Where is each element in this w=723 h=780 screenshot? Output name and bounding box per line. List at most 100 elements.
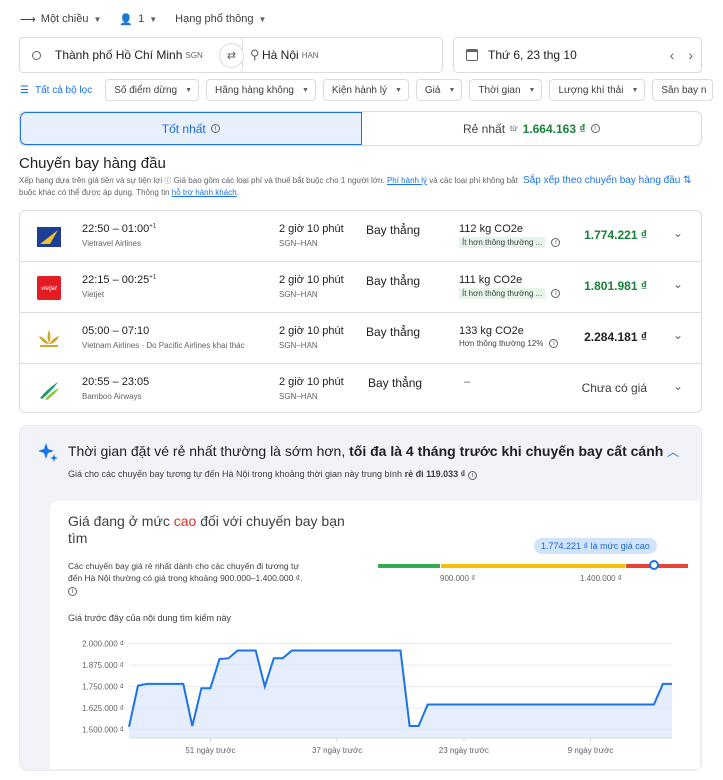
- flight-row[interactable]: 05:00 – 07:10 Vietnam Airlines · Do Paci…: [20, 313, 701, 364]
- filter-airlines[interactable]: Hãng hàng không ▼: [206, 79, 316, 101]
- plus-days: +1: [149, 223, 157, 230]
- flight-times: 05:00 – 07:10: [82, 325, 149, 337]
- avg-text: Giá cho các chuyến bay tương tự đến Hà N…: [68, 469, 403, 479]
- stops: Bay thẳng: [366, 274, 421, 288]
- price: 1.774.221 ₫: [584, 228, 647, 242]
- co2-value: 111 kg CO2e: [459, 274, 523, 286]
- desc-ranking: Xếp hạng dựa trên giá tiền và sự tiện lợ…: [19, 176, 163, 185]
- destination-field[interactable]: Hà Nội HAN: [232, 37, 443, 73]
- arrow-right-icon: ⟶: [20, 13, 36, 26]
- date-text: Thứ 6, 23 thg 10: [488, 48, 577, 62]
- date-field[interactable]: Thứ 6, 23 thg 10 ‹ ›: [453, 37, 702, 73]
- expand-chevron-icon[interactable]: ⌄: [673, 379, 683, 393]
- price: 1.801.981 ₫: [584, 279, 647, 293]
- filter-bags[interactable]: Kiện hành lý ▼: [322, 79, 409, 101]
- price-level-bubble: 1.774.221 ₫ là mức giá cao: [534, 538, 657, 554]
- x-tick-label: 51 ngày trước: [185, 746, 235, 755]
- avg-value: rẻ đi 119.033 ₫: [404, 469, 466, 479]
- gauge-high-tick: 1.400.000 ₫: [580, 574, 622, 583]
- tab-best[interactable]: Tốt nhất i: [20, 112, 362, 145]
- caret-down-icon: ▼: [631, 86, 639, 94]
- duration: 2 giờ 10 phút: [279, 274, 344, 286]
- info-icon[interactable]: i: [210, 124, 220, 133]
- filter-emissions[interactable]: Lượng khí thải ▼: [549, 79, 646, 101]
- filter-airports[interactable]: Sân bay n: [652, 79, 714, 101]
- emission-badge: Ít hơn thông thường ... i: [459, 237, 561, 248]
- airline-name: Vietnam Airlines · Do Pacific Airlines k…: [82, 341, 245, 350]
- x-tick-label: 37 ngày trước: [312, 746, 362, 755]
- gauge-marker: [649, 560, 659, 570]
- info-icon[interactable]: i: [467, 471, 477, 480]
- all-filters-label: Tất cả bộ lọc: [34, 84, 93, 96]
- co2-value: 112 kg CO2e: [459, 223, 524, 235]
- info-icon[interactable]: i: [551, 289, 561, 298]
- price-level-title: Giá đang ở mức cao đối với chuyến bay bạ…: [68, 513, 348, 547]
- origin-circle-icon: [32, 50, 41, 60]
- expand-chevron-icon[interactable]: ⌄: [673, 328, 683, 342]
- tune-icon: ☰: [20, 84, 29, 96]
- route: SGN–HAN: [279, 341, 318, 350]
- flight-list: 22:50 – 01:00+1 Vietravel Airlines 2 giờ…: [19, 210, 702, 413]
- filter-label: Thời gian: [478, 84, 521, 96]
- flight-row[interactable]: vietjet 22:15 – 00:25+1 Vietjet 2 giờ 10…: [20, 262, 701, 313]
- tab-cheapest-from: từ: [510, 124, 518, 133]
- price-gauge: 900.000 ₫ 1.400.000 ₫: [378, 564, 688, 583]
- trip-type-select[interactable]: ⟶ Một chiều ▼: [20, 13, 101, 26]
- trip-options: ⟶ Một chiều ▼ 👤 1 ▼ Hạng phổ thông ▼: [20, 8, 266, 30]
- airline-name: Bamboo Airways: [82, 392, 142, 401]
- info-icon[interactable]: i: [551, 238, 561, 247]
- emission-text: Ít hơn thông thường ...: [459, 237, 546, 248]
- price-level-card: Giá đang ở mức cao đối với chuyến bay bạ…: [50, 501, 700, 769]
- info-icon[interactable]: i: [590, 124, 600, 133]
- location-pin-icon: ⚲: [250, 47, 260, 62]
- passenger-select[interactable]: 👤 1 ▼: [119, 13, 157, 26]
- insight-title: Thời gian đặt vé rẻ nhất thường là sớm h…: [68, 443, 663, 459]
- x-tick-label: 9 ngày trước: [568, 746, 614, 755]
- passenger-assistance-link[interactable]: hỗ trợ hành khách: [172, 188, 237, 197]
- time-range: 05:00 – 07:10: [82, 325, 150, 337]
- tab-cheapest[interactable]: Rẻ nhất từ 1.664.163 ₫ i: [362, 112, 702, 145]
- passenger-count: 1: [138, 13, 145, 25]
- duration: 2 giờ 10 phút: [279, 325, 344, 337]
- flight-row[interactable]: 20:55 – 23:05 Bamboo Airways 2 giờ 10 ph…: [20, 364, 701, 415]
- price: Chưa có giá: [581, 381, 647, 395]
- filter-times[interactable]: Thời gian ▼: [469, 79, 543, 101]
- filter-price[interactable]: Giá ▼: [415, 79, 463, 101]
- level-desc-text: Các chuyến bay giá rẻ nhất dành cho các …: [68, 561, 303, 583]
- expand-chevron-icon[interactable]: ⌄: [673, 277, 683, 291]
- level-pre: Giá đang ở mức: [68, 513, 170, 529]
- swap-button[interactable]: ⇄: [219, 43, 244, 68]
- stops: Bay thẳng: [366, 223, 421, 237]
- origin-text: Thành phố Hồ Chí Minh: [55, 48, 183, 62]
- cabin-select[interactable]: Hạng phổ thông ▼: [175, 13, 266, 25]
- insight-title-part1: Thời gian đặt vé rẻ nhất thường là sớm h…: [68, 443, 346, 459]
- filter-stops[interactable]: Số điểm dừng ▼: [105, 79, 200, 101]
- origin-field[interactable]: Thành phố Hồ Chí Minh SGN: [19, 37, 243, 73]
- flight-row[interactable]: 22:50 – 01:00+1 Vietravel Airlines 2 giờ…: [20, 211, 701, 262]
- filter-bar: ☰ Tất cả bộ lọc Số điểm dừng ▼ Hãng hàng …: [20, 79, 723, 101]
- next-date-button[interactable]: ›: [688, 47, 693, 63]
- bamboo-airways-logo: [40, 382, 59, 400]
- info-icon[interactable]: ⓘ: [164, 178, 171, 187]
- info-icon[interactable]: i: [549, 339, 559, 348]
- all-filters-button[interactable]: ☰ Tất cả bộ lọc: [20, 85, 92, 96]
- sort-label: Sắp xếp theo chuyến bay hàng đầu: [523, 175, 681, 186]
- person-icon: 👤: [119, 13, 134, 26]
- filter-label: Sân bay n: [661, 84, 707, 96]
- filter-label: Hãng hàng không: [215, 84, 294, 96]
- emission-text: Hơn thông thường 12%: [459, 339, 544, 348]
- caret-down-icon: ▼: [185, 86, 193, 94]
- trip-type-label: Một chiều: [40, 13, 89, 25]
- history-title: Giá trước đây của nội dung tìm kiếm này: [68, 613, 231, 623]
- y-tick-label: 1.875.000 ₫: [82, 661, 124, 670]
- duration: 2 giờ 10 phút: [279, 223, 344, 235]
- prev-date-button[interactable]: ‹: [670, 47, 675, 63]
- info-icon[interactable]: i: [68, 587, 77, 596]
- collapse-chevron-icon[interactable]: ︿: [667, 443, 679, 460]
- sort-button[interactable]: Sắp xếp theo chuyến bay hàng đầu ⇅: [523, 175, 692, 186]
- bag-fees-link[interactable]: Phí hành lý: [387, 176, 427, 185]
- gauge-low-segment: [378, 564, 440, 568]
- expand-chevron-icon[interactable]: ⌄: [673, 226, 683, 240]
- time-range: 22:50 – 01:00: [82, 223, 150, 235]
- co2-value: 133 kg CO2e: [459, 325, 524, 337]
